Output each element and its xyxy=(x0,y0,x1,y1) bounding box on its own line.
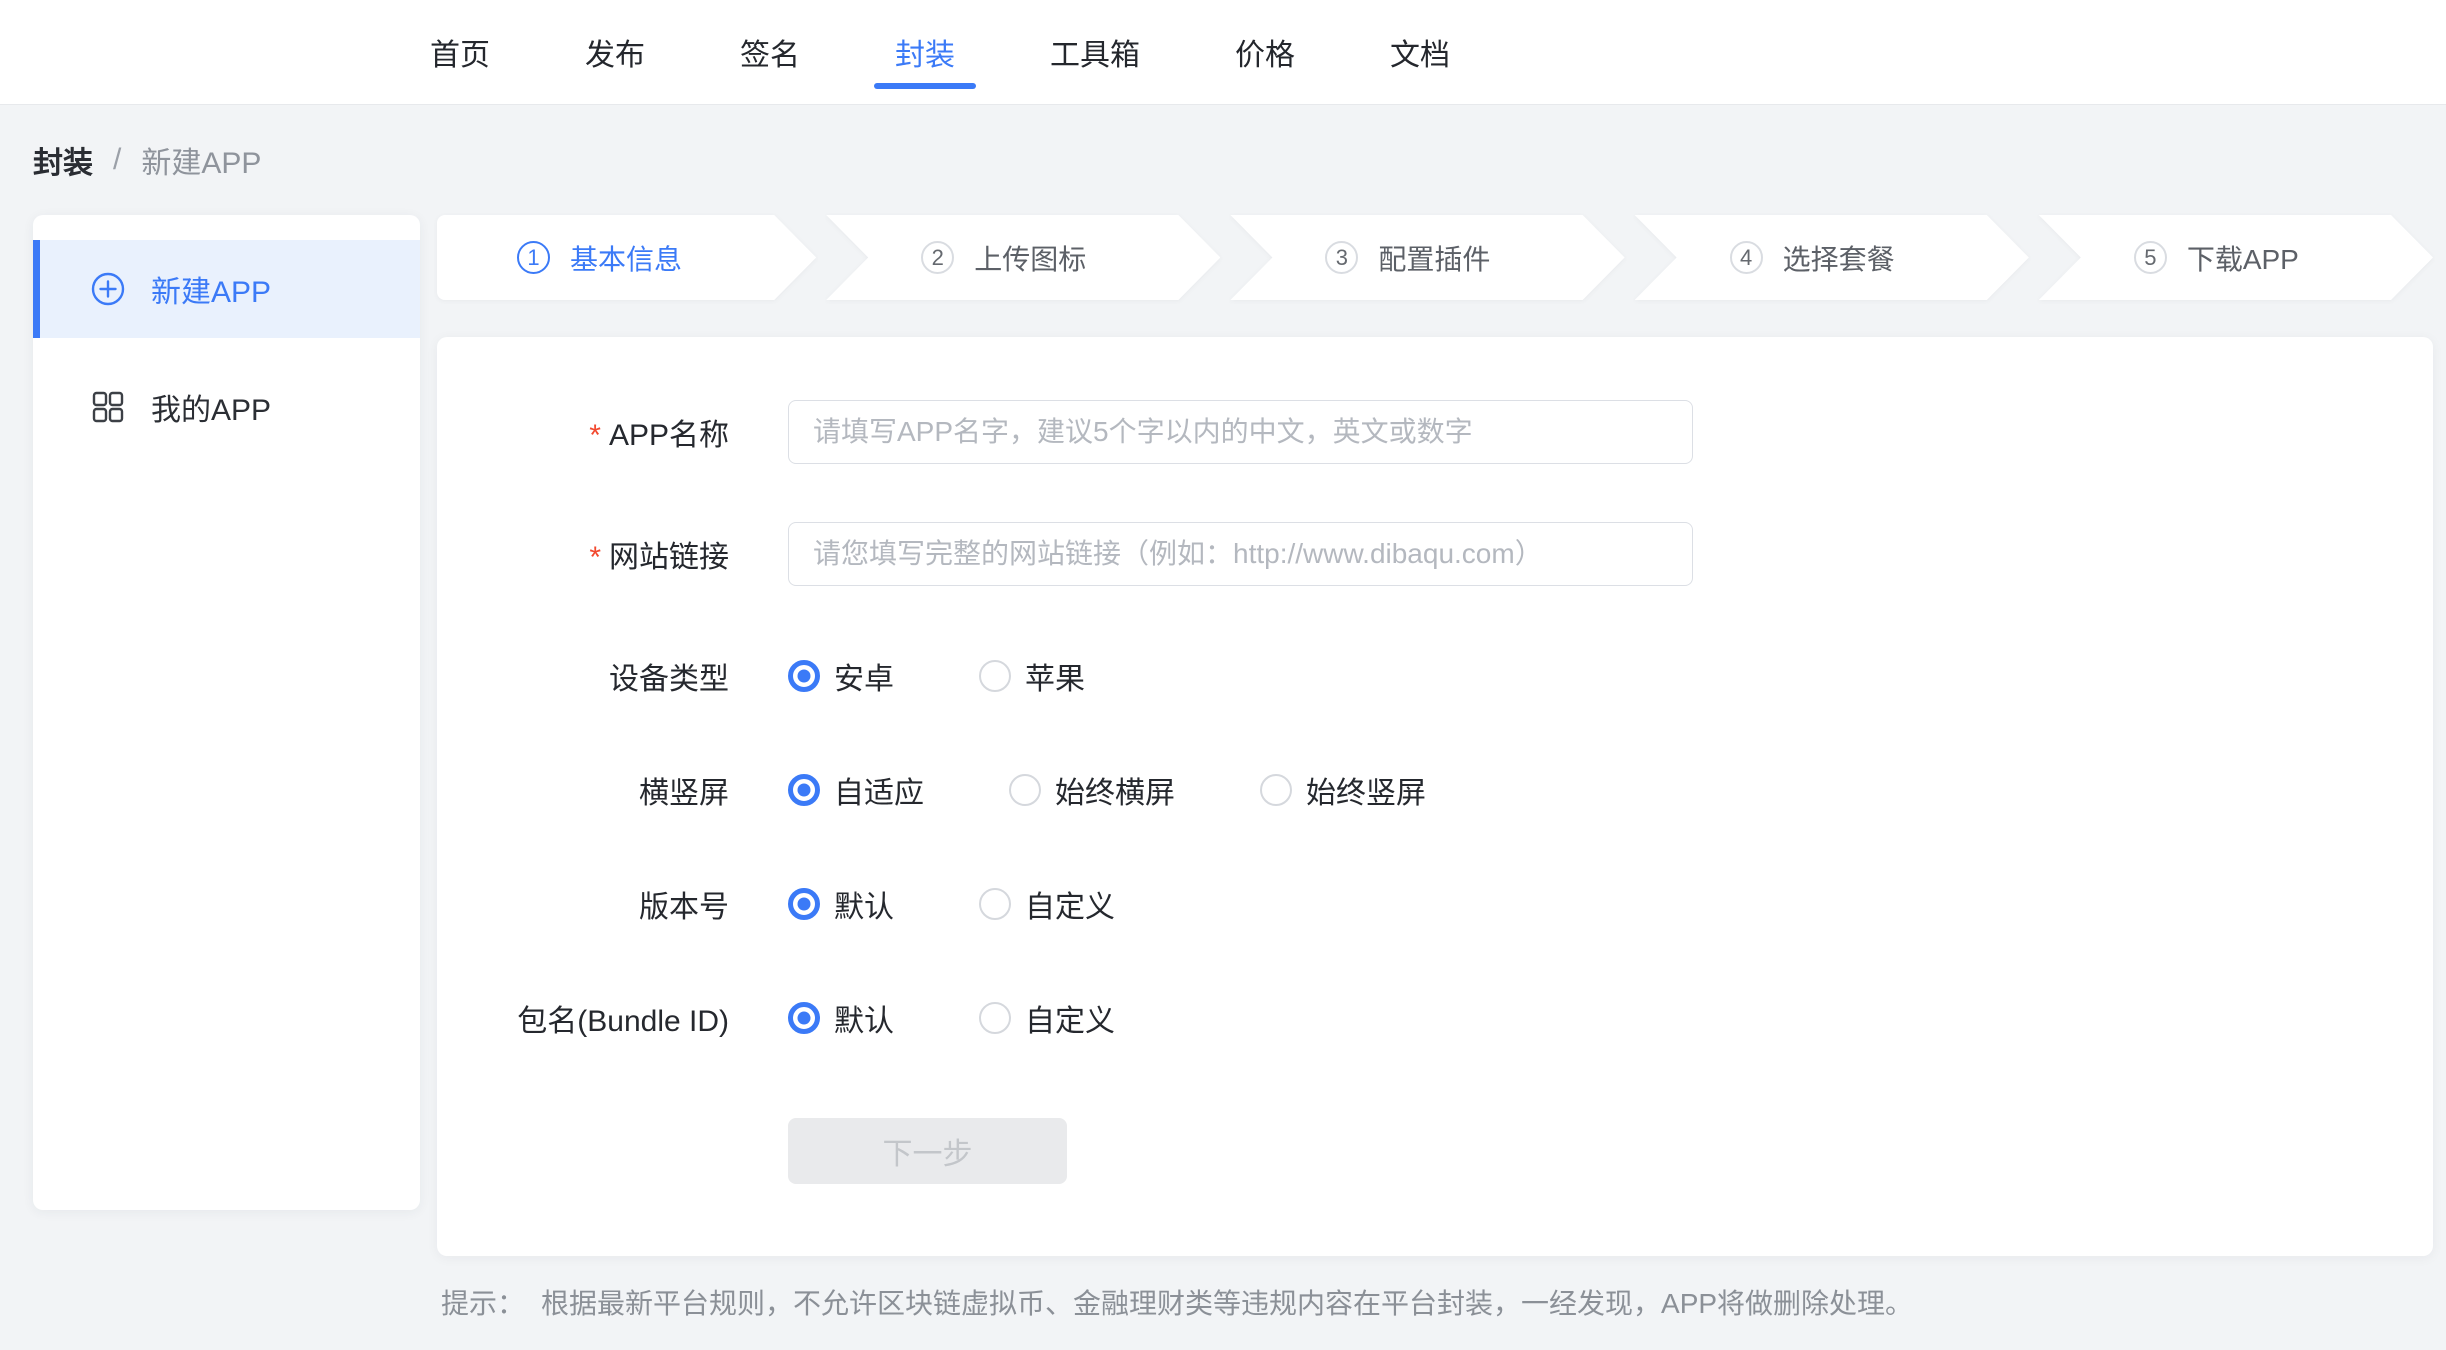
sidebar-item-label: 新建APP xyxy=(151,267,271,311)
required-mark: * xyxy=(589,419,601,452)
form-row-orientation: 横竖屏 自适应 始终横屏 始终竖屏 xyxy=(437,758,2433,822)
app-name-input[interactable] xyxy=(788,400,1693,464)
form-row-app-name: *APP名称 xyxy=(437,400,2433,464)
step-label: 上传图标 xyxy=(974,238,1086,278)
sidebar-item-my-app[interactable]: 我的APP xyxy=(33,358,420,456)
form-row-device-type: 设备类型 安卓 苹果 xyxy=(437,644,2433,708)
grid-icon xyxy=(91,390,125,424)
breadcrumb: 封装 / 新建APP xyxy=(0,105,2446,215)
tip-body: 根据最新平台规则，不允许区块链虚拟币、金融理财类等违规内容在平台封装，一经发现，… xyxy=(541,1288,1913,1319)
nav-item-publish[interactable]: 发布 xyxy=(585,30,645,74)
nav-item-pricing[interactable]: 价格 xyxy=(1235,30,1295,74)
step-download-app[interactable]: 5 下载APP xyxy=(2039,215,2433,300)
next-step-button[interactable]: 下一步 xyxy=(788,1118,1067,1184)
content-layout: 新建APP 我的APP 1 基本信息 xyxy=(0,215,2446,1322)
form-card: *APP名称 *网站链接 设备类型 安卓 xyxy=(437,337,2433,1256)
breadcrumb-separator: / xyxy=(113,143,121,177)
step-label: 配置插件 xyxy=(1378,238,1490,278)
radio-unselected-icon xyxy=(1009,774,1041,806)
radio-unselected-icon xyxy=(979,1002,1011,1034)
sidebar-item-label: 我的APP xyxy=(151,385,271,429)
radio-bundle-custom[interactable]: 自定义 xyxy=(979,996,1115,1040)
tip-text: 提示： 根据最新平台规则，不允许区块链虚拟币、金融理财类等违规内容在平台封装，一经… xyxy=(441,1282,2433,1322)
breadcrumb-section[interactable]: 封装 xyxy=(33,138,93,182)
step-label: 下载APP xyxy=(2187,238,2299,278)
step-number: 1 xyxy=(517,241,550,274)
radio-always-landscape[interactable]: 始终横屏 xyxy=(1009,768,1175,812)
radio-selected-icon xyxy=(788,774,820,806)
radio-bundle-default[interactable]: 默认 xyxy=(788,996,894,1040)
step-number: 5 xyxy=(2134,241,2167,274)
radio-ios[interactable]: 苹果 xyxy=(979,654,1085,698)
tip-label: 提示： xyxy=(441,1288,525,1319)
sidebar: 新建APP 我的APP xyxy=(33,215,420,1210)
step-label: 基本信息 xyxy=(570,238,682,278)
radio-selected-icon xyxy=(788,888,820,920)
form-row-version: 版本号 默认 自定义 xyxy=(437,872,2433,936)
page: 首页 发布 签名 封装 工具箱 价格 文档 封装 / 新建APP xyxy=(0,0,2446,1350)
nav-item-home[interactable]: 首页 xyxy=(430,30,490,74)
radio-android[interactable]: 安卓 xyxy=(788,654,894,698)
radio-version-custom[interactable]: 自定义 xyxy=(979,882,1115,926)
device-type-radio-group: 安卓 苹果 xyxy=(788,654,1170,698)
nav-item-toolbox[interactable]: 工具箱 xyxy=(1050,30,1140,74)
radio-unselected-icon xyxy=(979,660,1011,692)
step-number: 3 xyxy=(1325,241,1358,274)
step-basic-info[interactable]: 1 基本信息 xyxy=(437,215,816,300)
site-url-input[interactable] xyxy=(788,522,1693,586)
radio-unselected-icon xyxy=(979,888,1011,920)
orientation-label: 横竖屏 xyxy=(437,768,729,812)
nav-item-docs[interactable]: 文档 xyxy=(1390,30,1450,74)
nav-item-sign[interactable]: 签名 xyxy=(740,30,800,74)
nav-items: 首页 发布 签名 封装 工具箱 价格 文档 xyxy=(430,30,1450,74)
version-label: 版本号 xyxy=(437,882,729,926)
step-choose-plan[interactable]: 4 选择套餐 xyxy=(1635,215,2029,300)
form-row-site-url: *网站链接 xyxy=(437,522,2433,586)
app-name-label: *APP名称 xyxy=(437,410,729,454)
top-nav: 首页 发布 签名 封装 工具箱 价格 文档 xyxy=(0,0,2446,105)
main-content: 1 基本信息 2 上传图标 3 配置插件 4 选择套餐 5 下载APP xyxy=(437,215,2433,1322)
plus-circle-icon xyxy=(91,272,125,306)
radio-selected-icon xyxy=(788,660,820,692)
sidebar-item-new-app[interactable]: 新建APP xyxy=(33,240,420,338)
form-row-bundle-id: 包名(Bundle ID) 默认 自定义 xyxy=(437,986,2433,1050)
device-type-label: 设备类型 xyxy=(437,654,729,698)
step-label: 选择套餐 xyxy=(1783,238,1895,278)
stepper: 1 基本信息 2 上传图标 3 配置插件 4 选择套餐 5 下载APP xyxy=(437,215,2433,300)
site-url-label: *网站链接 xyxy=(437,532,729,576)
radio-selected-icon xyxy=(788,1002,820,1034)
breadcrumb-current-page: 新建APP xyxy=(141,138,261,182)
step-configure-plugins[interactable]: 3 配置插件 xyxy=(1230,215,1624,300)
radio-always-portrait[interactable]: 始终竖屏 xyxy=(1260,768,1426,812)
step-upload-icon[interactable]: 2 上传图标 xyxy=(826,215,1220,300)
bundle-id-label: 包名(Bundle ID) xyxy=(437,996,729,1040)
bundle-id-radio-group: 默认 自定义 xyxy=(788,996,1200,1040)
orientation-radio-group: 自适应 始终横屏 始终竖屏 xyxy=(788,768,1511,812)
step-number: 4 xyxy=(1730,241,1763,274)
radio-version-default[interactable]: 默认 xyxy=(788,882,894,926)
version-radio-group: 默认 自定义 xyxy=(788,882,1200,926)
step-number: 2 xyxy=(921,241,954,274)
radio-auto-orientation[interactable]: 自适应 xyxy=(788,768,924,812)
required-mark: * xyxy=(589,541,601,574)
nav-item-package[interactable]: 封装 xyxy=(895,30,955,74)
radio-unselected-icon xyxy=(1260,774,1292,806)
